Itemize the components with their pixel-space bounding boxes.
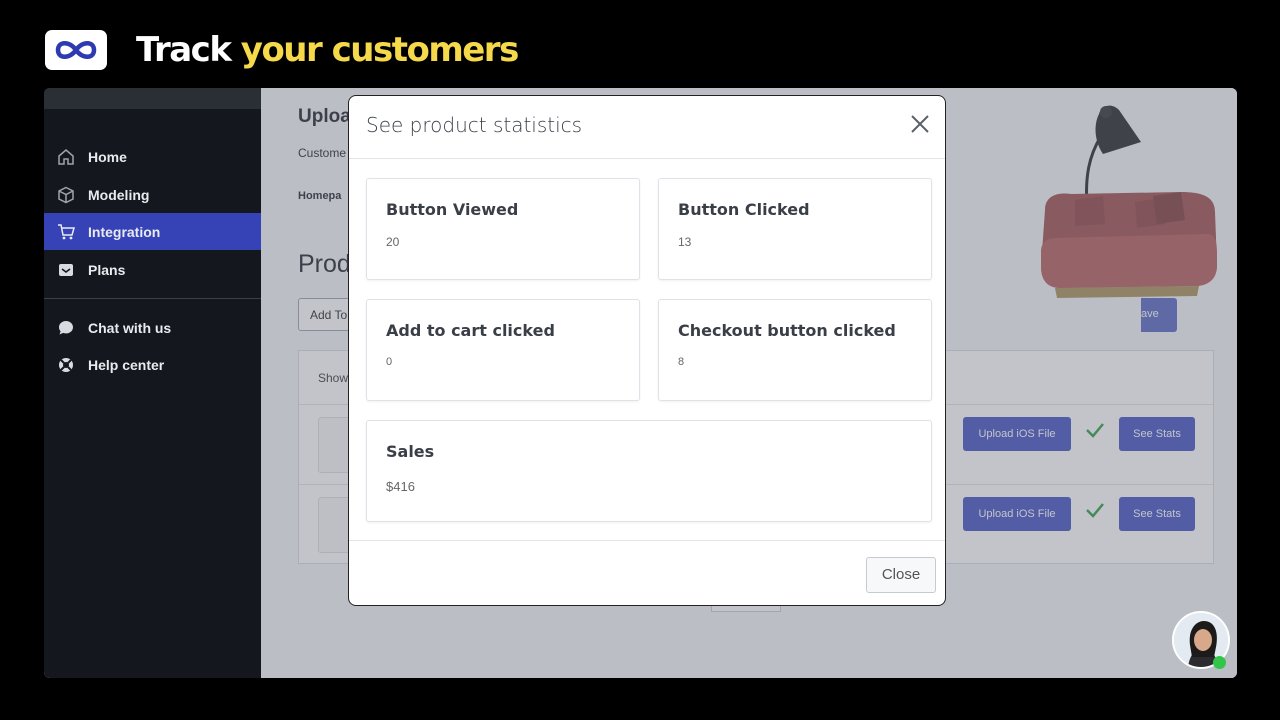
stat-value: 13 — [678, 235, 692, 249]
sidebar-item-chat[interactable]: Chat with us — [44, 309, 261, 346]
sidebar: Home Modeling Integration Plans Chat wit… — [44, 88, 261, 678]
sidebar-item-label: Integration — [88, 223, 161, 240]
sidebar-item-label: Modeling — [88, 186, 150, 203]
headline-part-2: your customers — [240, 30, 520, 70]
cube-icon — [44, 186, 88, 204]
promo-banner: Track your customers — [0, 0, 1280, 88]
product-statistics-modal: See product statistics Button Viewed 20 … — [348, 95, 946, 606]
stat-card-add-to-cart: Add to cart clicked 0 — [366, 299, 640, 401]
modal-title: See product statistics — [366, 113, 583, 137]
chat-bubble-icon — [44, 319, 88, 337]
infinity-logo-icon — [55, 41, 97, 59]
sidebar-item-help[interactable]: Help center — [44, 346, 261, 383]
sidebar-item-home[interactable]: Home — [44, 138, 261, 175]
sidebar-item-modeling[interactable]: Modeling — [44, 176, 261, 213]
sidebar-item-plans[interactable]: Plans — [44, 251, 261, 288]
close-button[interactable]: Close — [866, 557, 936, 593]
sidebar-item-label: Home — [88, 148, 127, 165]
inbox-icon — [44, 261, 88, 279]
home-icon — [44, 148, 88, 166]
stat-value: 20 — [386, 235, 400, 249]
sidebar-divider — [44, 298, 261, 299]
cart-icon — [44, 223, 88, 241]
stat-value: $416 — [386, 479, 415, 494]
modal-footer: Close — [349, 540, 945, 605]
stat-title: Button Clicked — [678, 200, 810, 219]
stat-card-button-viewed: Button Viewed 20 — [366, 178, 640, 280]
sidebar-item-label: Chat with us — [88, 319, 172, 336]
sidebar-item-integration[interactable]: Integration — [44, 213, 261, 250]
brand-logo — [45, 30, 107, 70]
stat-value: 8 — [678, 356, 685, 368]
stat-title: Add to cart clicked — [386, 321, 555, 340]
stat-title: Button Viewed — [386, 200, 519, 219]
close-icon[interactable] — [907, 111, 933, 137]
stat-value: 0 — [386, 356, 393, 368]
headline: Track your customers — [136, 28, 520, 72]
stat-card-sales: Sales $416 — [366, 420, 932, 522]
stat-card-button-clicked: Button Clicked 13 — [658, 178, 932, 280]
sidebar-header — [44, 88, 261, 109]
stat-title: Checkout button clicked — [678, 321, 896, 340]
lifebuoy-icon — [44, 356, 88, 374]
stat-card-checkout-clicked: Checkout button clicked 8 — [658, 299, 932, 401]
online-status-dot — [1213, 656, 1226, 669]
sidebar-item-label: Help center — [88, 356, 165, 373]
headline-part-1: Track — [136, 30, 232, 70]
stat-title: Sales — [386, 442, 435, 461]
sidebar-item-label: Plans — [88, 261, 126, 278]
modal-header: See product statistics — [349, 96, 945, 159]
